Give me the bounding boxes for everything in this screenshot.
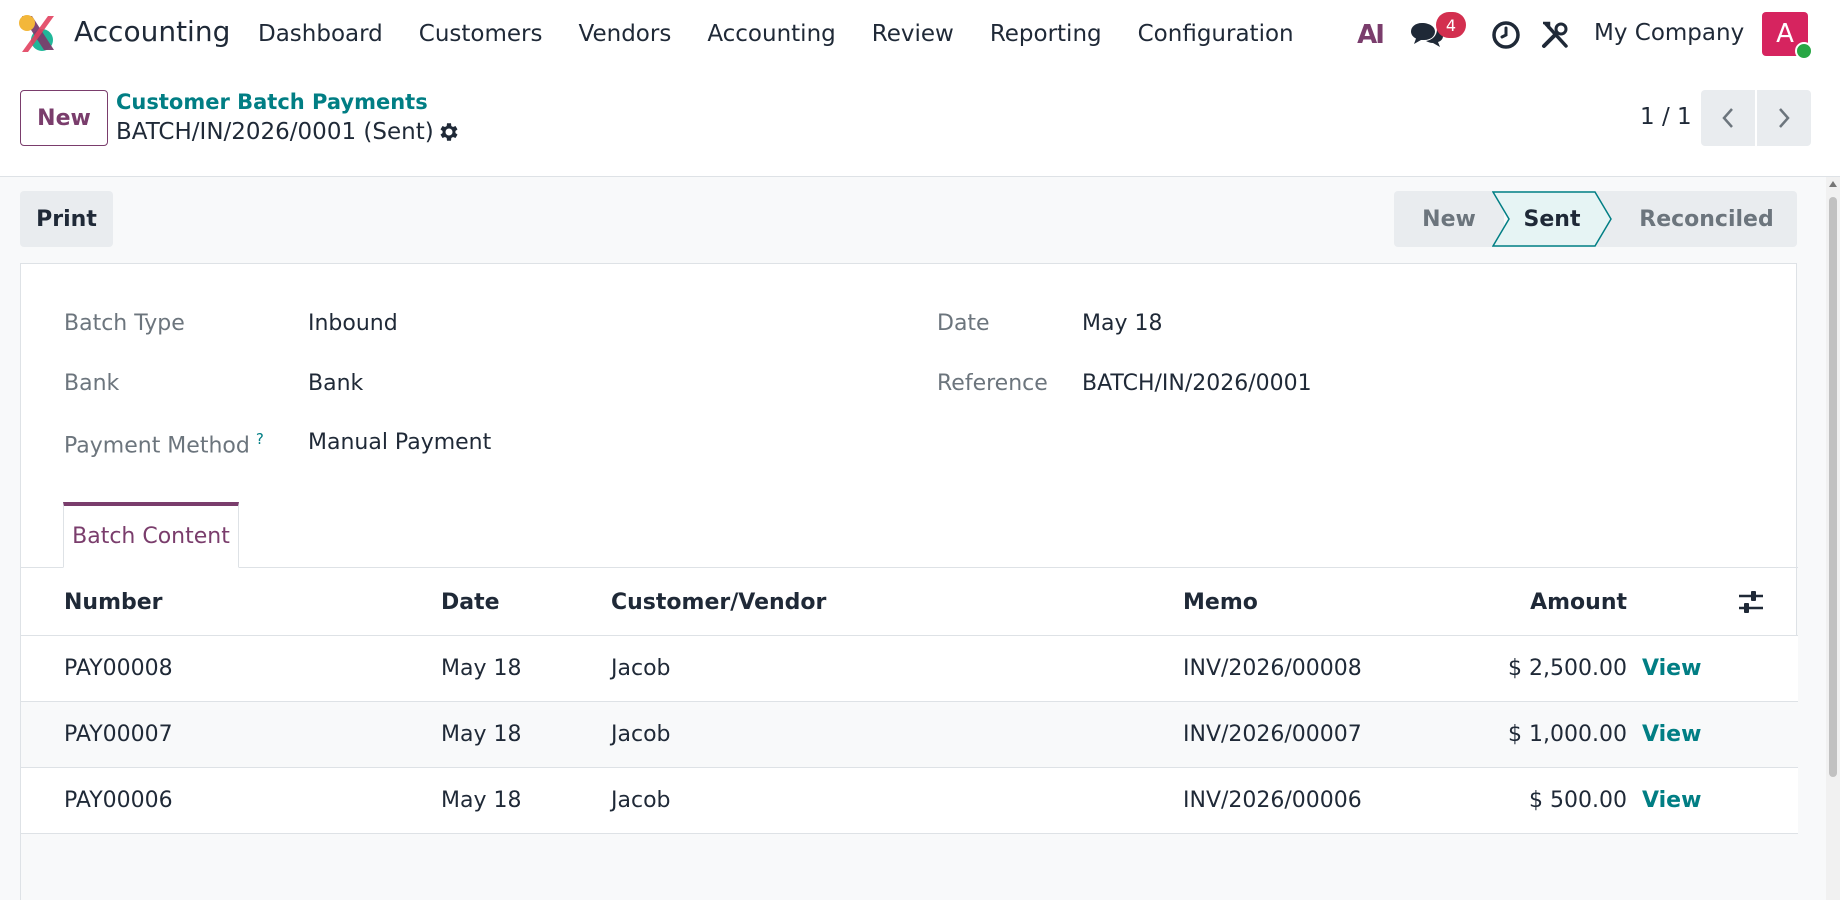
payment-method-label: Payment Method? [64,430,264,458]
table-row[interactable]: PAY00008 May 18 Jacob INV/2026/00008 $ 2… [21,636,1798,702]
table-header: Number Date Customer/Vendor Memo Amount [21,568,1798,636]
cell-number: PAY00006 [64,788,173,813]
menu-item-accounting[interactable]: Accounting [689,21,853,47]
clock-icon[interactable] [1489,18,1523,52]
breadcrumb-current: BATCH/IN/2026/0001 (Sent) [116,119,434,145]
top-navbar: Accounting Dashboard Customers Vendors A… [0,0,1840,68]
cell-partner: Jacob [611,722,671,747]
cell-memo: INV/2026/00008 [1183,656,1362,681]
cell-amount: $ 2,500.00 [1508,656,1627,681]
column-header-date[interactable]: Date [441,590,500,615]
cell-amount: $ 1,000.00 [1508,722,1627,747]
column-header-partner[interactable]: Customer/Vendor [611,590,826,615]
form-sheet: Batch Type Inbound Bank Bank Payment Met… [20,263,1798,900]
view-payment-button[interactable]: View [1642,788,1701,813]
reference-value[interactable]: BATCH/IN/2026/0001 [1082,371,1312,396]
column-header-number[interactable]: Number [64,590,163,615]
cell-partner: Jacob [611,788,671,813]
chevron-left-icon [1722,108,1733,128]
tab-batch-content[interactable]: Batch Content [63,502,239,568]
wrench-screwdriver-icon [1542,21,1568,48]
tools-icon[interactable] [1538,18,1572,52]
company-switcher[interactable]: My Company [1594,20,1744,46]
app-name[interactable]: Accounting [74,15,230,48]
table-empty-row [21,834,1798,900]
menu-item-configuration[interactable]: Configuration [1120,21,1312,47]
cell-number: PAY00007 [64,722,173,747]
pager-value[interactable]: 1 / 1 [1640,104,1692,130]
ai-icon[interactable]: AI [1353,18,1387,52]
cell-number: PAY00008 [64,656,173,681]
column-header-memo[interactable]: Memo [1183,590,1258,615]
batch-type-value[interactable]: Inbound [308,311,398,336]
chat-count-badge: 4 [1436,12,1466,38]
column-header-amount[interactable]: Amount [1441,590,1627,615]
menu-item-reporting[interactable]: Reporting [972,21,1120,47]
bank-label: Bank [64,371,120,396]
view-payment-button[interactable]: View [1642,722,1701,747]
menu-item-dashboard[interactable]: Dashboard [240,21,401,47]
status-stage-reconciled[interactable]: Reconciled [1594,191,1797,247]
status-sent-outline [1492,191,1612,247]
menu-item-customers[interactable]: Customers [401,21,561,47]
gear-icon[interactable] [437,120,461,144]
status-bar: New Reconciled Sent [1394,191,1797,247]
chevron-right-icon [1779,108,1790,128]
batch-type-label: Batch Type [64,311,185,336]
scroll-up-arrow-icon[interactable] [1829,181,1837,187]
cell-amount: $ 500.00 [1529,788,1627,813]
date-value[interactable]: May 18 [1082,311,1162,336]
main-menu: Dashboard Customers Vendors Accounting R… [240,0,1312,68]
cell-partner: Jacob [611,656,671,681]
ai-label: AI [1357,20,1385,50]
breadcrumb-parent[interactable]: Customer Batch Payments [116,90,428,114]
menu-item-review[interactable]: Review [854,21,972,47]
page-scrollbar[interactable] [1826,177,1840,900]
view-payment-button[interactable]: View [1642,656,1701,681]
cell-memo: INV/2026/00006 [1183,788,1362,813]
bank-value[interactable]: Bank [308,371,363,396]
pager-previous-button[interactable] [1701,90,1755,146]
payment-method-value[interactable]: Manual Payment [308,430,491,455]
pager-next-button[interactable] [1757,90,1811,146]
status-stage-new[interactable]: New [1394,191,1504,247]
table-row[interactable]: PAY00007 May 18 Jacob INV/2026/00007 $ 1… [21,702,1798,768]
menu-item-vendors[interactable]: Vendors [561,21,690,47]
scrollbar-thumb[interactable] [1829,197,1837,777]
activity-clock-icon [1492,21,1520,49]
payment-method-label-text: Payment Method [64,433,250,459]
cell-date: May 18 [441,788,522,813]
reference-label: Reference [937,371,1048,396]
help-tooltip-icon[interactable]: ? [256,430,264,448]
cell-date: May 18 [441,656,522,681]
print-button[interactable]: Print [20,191,113,247]
new-button[interactable]: New [20,90,108,146]
column-settings-icon[interactable] [1736,589,1766,615]
app-logo-icon[interactable] [18,14,56,54]
cell-memo: INV/2026/00007 [1183,722,1362,747]
table-row[interactable]: PAY00006 May 18 Jacob INV/2026/00006 $ 5… [21,768,1798,834]
online-status-dot [1795,42,1813,60]
date-label: Date [937,311,990,336]
cell-date: May 18 [441,722,522,747]
